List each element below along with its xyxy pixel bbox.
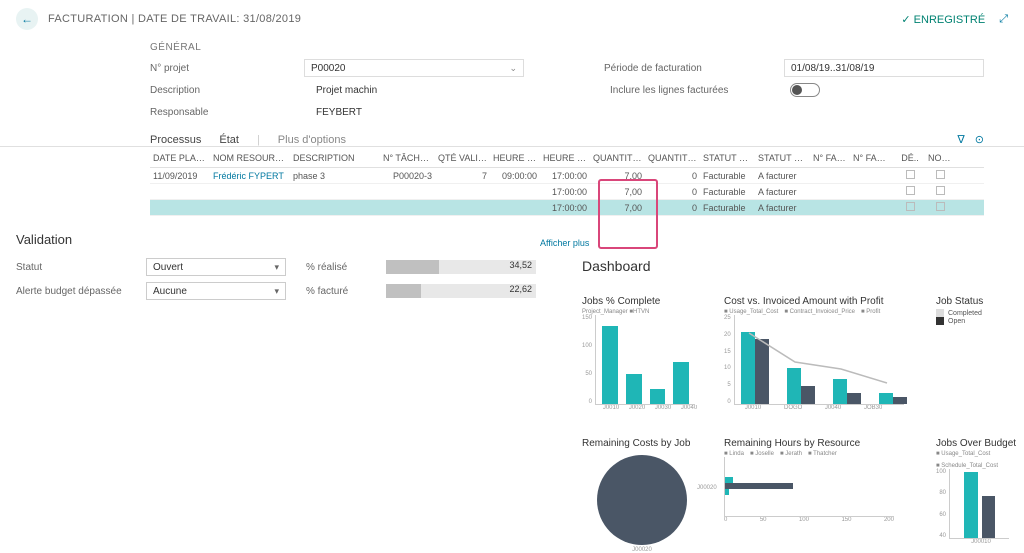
col-res[interactable]: NOM RESOURCE	[210, 151, 290, 165]
col-de[interactable]: DÉ..	[895, 151, 925, 165]
chart-over-budget: Jobs Over Budget Usage_Total_CostSchedul…	[936, 438, 1024, 553]
tab-etat[interactable]: État	[219, 134, 239, 146]
general-section: GÉNÉRAL N° projet P00020⌄ Période de fac…	[0, 38, 1024, 129]
chevron-down-icon: ⌄	[509, 63, 517, 74]
col-qte[interactable]: QTÉ VALIDÉE	[435, 151, 490, 165]
validation-panel: Validation Statut Ouvert▾ % réalisé 34,5…	[16, 232, 576, 303]
col-desc[interactable]: DESCRIPTION	[290, 151, 380, 165]
select-alerte[interactable]: Aucune▾	[146, 282, 286, 300]
table-row[interactable]: 17:00:007,000FacturableA facturer	[150, 200, 984, 216]
toggle-inclure[interactable]	[790, 83, 820, 97]
chevron-down-icon: ▾	[274, 262, 279, 273]
saved-indicator: ✓ ENREGISTRÉ	[901, 13, 985, 26]
label-resp: Responsable	[150, 107, 310, 118]
validation-title: Validation	[16, 232, 576, 247]
col-nf2[interactable]: N° FACTURE ENREGIS..	[850, 151, 895, 165]
chart-remaining-hours: Remaining Hours by Resource LindaJoselle…	[724, 438, 914, 553]
chart-remaining-cost: Remaining Costs by Job J00020	[582, 438, 702, 553]
col-st[interactable]: STATUT DE FACTURA..	[700, 151, 755, 165]
breadcrumb: FACTURATION | DATE DE TRAVAIL: 31/08/201…	[48, 13, 301, 25]
settings-icon[interactable]: ⊙	[975, 133, 984, 146]
chart-cost-invoice: Cost vs. Invoiced Amount with Profit Usa…	[724, 296, 914, 411]
chevron-down-icon: ▾	[274, 286, 279, 297]
field-resp: FEYBERT	[310, 103, 530, 121]
more-options[interactable]: Plus d'options	[278, 134, 346, 146]
chart-jobs-complete: Jobs % Complete Project_Manager ■HTVN 15…	[582, 296, 702, 411]
col-st2[interactable]: STATUT FACTURA.. EN COURS	[755, 151, 810, 165]
label-realise: % réalisé	[306, 262, 376, 273]
col-h2[interactable]: HEURE DE FIN VALIDÉE	[540, 151, 590, 165]
field-projet[interactable]: P00020⌄	[304, 59, 524, 77]
bar-realise: 34,52	[386, 260, 536, 274]
chart-job-status: Job Status Completed Open	[936, 296, 1016, 411]
tabs-bar: Processus État | Plus d'options ∇ ⊙	[0, 129, 1024, 147]
grid-header: DATE PLANNIN.. NOM RESOURCE DESCRIPTION …	[150, 151, 984, 168]
label-inclure: Inclure les lignes facturées	[610, 85, 790, 96]
label-facture: % facturé	[306, 286, 376, 297]
tab-processus[interactable]: Processus	[150, 134, 201, 146]
section-title: GÉNÉRAL	[150, 42, 984, 53]
field-desc: Projet machin	[310, 81, 530, 99]
bar-facture: 22,62	[386, 284, 536, 298]
label-statut: Statut	[16, 262, 136, 273]
select-statut[interactable]: Ouvert▾	[146, 258, 286, 276]
label-desc: Description	[150, 85, 310, 96]
col-task[interactable]: N° TÂCHE PROJET ↑	[380, 151, 435, 165]
col-date[interactable]: DATE PLANNIN..	[150, 151, 210, 165]
grid: DATE PLANNIN.. NOM RESOURCE DESCRIPTION …	[0, 147, 1024, 216]
col-qf[interactable]: QUANTITÉ FACTURÉE	[645, 151, 700, 165]
back-button[interactable]: ←	[16, 8, 38, 30]
table-row[interactable]: 11/09/2019Frédéric FYPERTphase 3P00020-3…	[150, 168, 984, 184]
col-non[interactable]: NON FA..	[925, 151, 955, 165]
col-nf[interactable]: N° FACTURE	[810, 151, 850, 165]
top-bar: ← FACTURATION | DATE DE TRAVAIL: 31/08/2…	[0, 0, 1024, 38]
label-alerte: Alerte budget dépassée	[16, 286, 136, 297]
dashboard-title: Dashboard	[582, 258, 651, 274]
label-projet: N° projet	[150, 63, 304, 74]
col-h1[interactable]: HEURE DE DÉBUT VALIDÉE	[490, 151, 540, 165]
field-periode[interactable]: 01/08/19..31/08/19	[784, 59, 984, 77]
filter-icon[interactable]: ∇	[957, 133, 964, 146]
col-qaf[interactable]: QUANTITÉ À FACTURER	[590, 151, 645, 165]
table-row[interactable]: 17:00:007,000FacturableA facturer	[150, 184, 984, 200]
expand-icon[interactable]: ⤢	[999, 13, 1008, 26]
label-periode: Période de facturation	[604, 63, 784, 74]
